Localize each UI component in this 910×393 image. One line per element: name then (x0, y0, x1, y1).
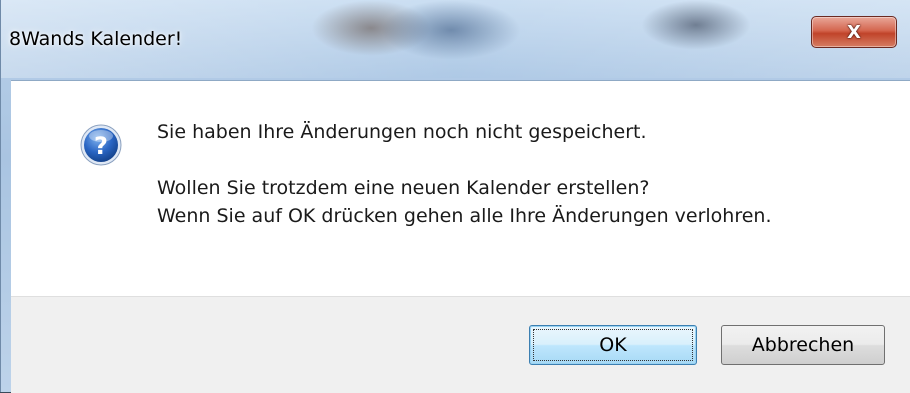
close-button[interactable]: X (811, 16, 897, 48)
message-line-2: Wollen Sie trotzdem eine neuen Kalender … (157, 177, 650, 199)
focus-rectangle (533, 329, 693, 361)
window-title: 8Wands Kalender! (9, 28, 183, 50)
titlebar-background-blur (381, 0, 521, 60)
cancel-button-label: Abbrechen (751, 334, 855, 356)
message-line-1: Sie haben Ihre Änderungen noch nicht ges… (157, 121, 647, 143)
message-area: ? Sie haben Ihre Änderungen noch nicht g… (11, 80, 910, 297)
close-icon: X (847, 21, 861, 43)
cancel-button[interactable]: Abbrechen (721, 325, 885, 365)
message-line-3: Wenn Sie auf OK drücken gehen alle Ihre … (157, 205, 772, 227)
svg-text:?: ? (94, 132, 108, 160)
title-bar[interactable]: 8Wands Kalender! X (1, 0, 910, 78)
button-bar: OK Abbrechen (11, 296, 910, 393)
dialog-window: 8Wands Kalender! X ? Sie haben Ihre Ände… (0, 0, 910, 393)
question-icon: ? (80, 124, 122, 166)
ok-button[interactable]: OK (529, 325, 697, 365)
titlebar-background-blur (641, 0, 751, 50)
